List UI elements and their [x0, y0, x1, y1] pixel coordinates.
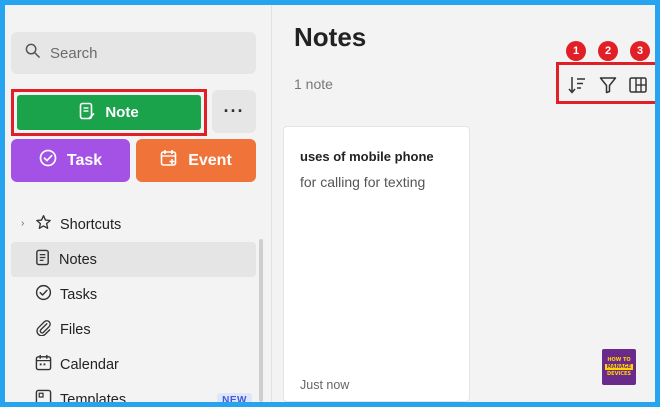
new-task-label: Task: [66, 151, 103, 169]
sidebar-item-templates[interactable]: Templates NEW: [11, 382, 256, 407]
note-title: uses of mobile phone: [300, 149, 434, 164]
calendar-add-icon: [160, 149, 178, 172]
new-note-button[interactable]: Note: [17, 95, 201, 130]
chevron-right-icon[interactable]: ›: [21, 218, 24, 229]
note-card[interactable]: uses of mobile phone for calling for tex…: [283, 126, 470, 402]
view-grid-icon[interactable]: [628, 75, 648, 95]
sidebar-item-tasks[interactable]: Tasks: [11, 277, 256, 312]
check-circle-icon: [35, 284, 52, 305]
star-icon: [35, 214, 52, 235]
ellipsis-icon: ···: [223, 101, 245, 121]
note-button-highlight: Note: [11, 89, 207, 136]
callout-badge-2: 2: [598, 41, 618, 61]
notes-panel: Notes 1 note 1 2 3 uses of mobile phone …: [272, 5, 655, 402]
note-snippet: for calling for texting: [300, 174, 426, 190]
sidebar-item-label: Templates: [60, 391, 127, 407]
sidebar: Note ··· Task Event › Shortcuts: [5, 5, 271, 402]
watermark-text: HOW TO: [607, 357, 631, 363]
new-event-button[interactable]: Event: [136, 139, 256, 182]
note-timestamp: Just now: [300, 378, 350, 392]
sidebar-item-notes[interactable]: Notes: [11, 242, 256, 277]
callout-badge-1: 1: [566, 41, 586, 61]
sidebar-item-shortcuts[interactable]: › Shortcuts: [11, 207, 256, 242]
page-title: Notes: [294, 22, 367, 52]
check-circle-icon: [39, 149, 57, 172]
sidebar-item-label: Files: [60, 321, 91, 338]
more-options-button[interactable]: ···: [212, 90, 256, 133]
search-icon: [25, 43, 40, 63]
watermark-text: MANAGE: [604, 364, 634, 370]
sidebar-nav: › Shortcuts Notes Tasks Files Calendar T…: [11, 207, 256, 407]
sidebar-item-label: Notes: [59, 251, 97, 268]
new-task-button[interactable]: Task: [11, 139, 130, 182]
note-icon: [79, 102, 95, 124]
calendar-icon: [35, 354, 52, 375]
new-badge: NEW: [217, 393, 252, 402]
search-box[interactable]: [11, 32, 256, 74]
paperclip-icon: [35, 319, 52, 340]
sidebar-scrollbar[interactable]: [259, 239, 263, 402]
sidebar-item-label: Shortcuts: [60, 216, 122, 233]
note-count: 1 note: [294, 76, 333, 92]
sidebar-item-calendar[interactable]: Calendar: [11, 347, 256, 382]
search-input[interactable]: [50, 44, 240, 62]
callout-badge-3: 3: [630, 41, 650, 61]
filter-icon[interactable]: [598, 75, 618, 95]
toolbar-highlight: [556, 62, 655, 104]
app-window: Note ··· Task Event › Shortcuts: [0, 0, 660, 407]
new-event-label: Event: [188, 151, 232, 169]
new-note-label: Note: [105, 104, 139, 121]
sidebar-item-label: Tasks: [60, 286, 98, 303]
sort-icon[interactable]: [567, 75, 587, 95]
note-icon: [35, 249, 51, 270]
template-icon: [35, 389, 52, 402]
sidebar-item-files[interactable]: Files: [11, 312, 256, 347]
watermark-text: DEVICES: [607, 371, 631, 377]
sidebar-item-label: Calendar: [60, 356, 119, 373]
watermark-logo: HOW TO MANAGE DEVICES: [602, 349, 636, 385]
